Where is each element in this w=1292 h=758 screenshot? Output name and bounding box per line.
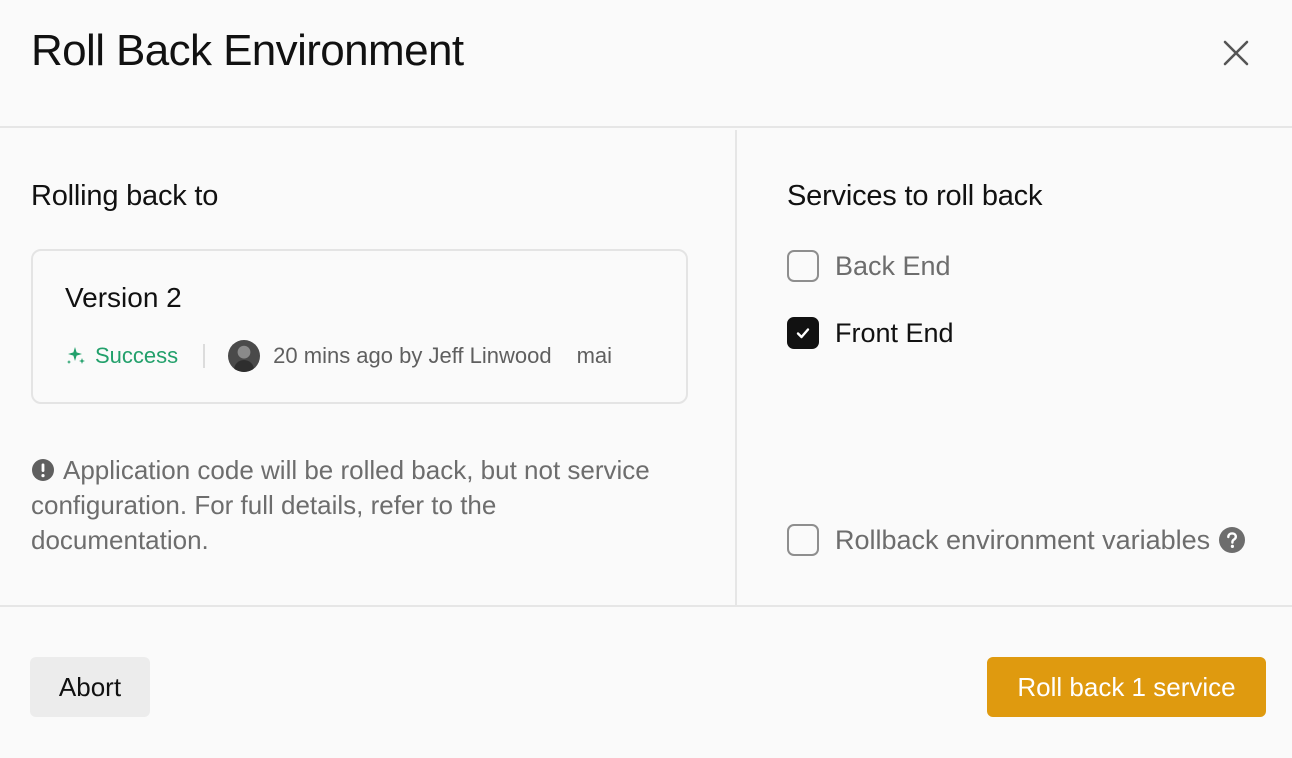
- notice-text: Application code will be rolled back, bu…: [31, 455, 650, 555]
- front-end-checkbox[interactable]: [787, 317, 819, 349]
- close-icon: [1223, 40, 1249, 66]
- dialog-footer: Abort Roll back 1 service: [0, 605, 1292, 758]
- dialog-body: Rolling back to Version 2 Success 20 min: [0, 130, 1292, 605]
- service-option-back-end[interactable]: Back End: [787, 250, 951, 282]
- version-card: Version 2 Success 20 mins ago by Jeff Li…: [31, 249, 688, 404]
- front-end-label: Front End: [835, 317, 954, 348]
- rollback-notice: Application code will be rolled back, bu…: [31, 453, 671, 558]
- env-vars-option[interactable]: Rollback environment variables: [787, 524, 1246, 556]
- status-badge: Success: [95, 343, 179, 368]
- checkmark-icon: [796, 328, 810, 339]
- back-end-label: Back End: [835, 250, 951, 281]
- dialog-header: Roll Back Environment: [0, 0, 1292, 128]
- close-button[interactable]: [1216, 33, 1256, 73]
- help-icon[interactable]: [1218, 526, 1246, 554]
- avatar: [228, 340, 261, 372]
- env-vars-label: Rollback environment variables: [835, 524, 1211, 555]
- meta-divider: [203, 344, 206, 368]
- alert-icon: [32, 459, 54, 481]
- dialog-title: Roll Back Environment: [31, 26, 464, 75]
- services-heading: Services to roll back: [787, 180, 1043, 212]
- abort-button[interactable]: Abort: [30, 657, 150, 717]
- rollback-dialog: Roll Back Environment Rolling back to Ve…: [0, 0, 1292, 758]
- service-option-front-end[interactable]: Front End: [787, 317, 954, 349]
- services-pane: Services to roll back Back End Front End…: [739, 130, 1292, 605]
- version-name: Version 2: [65, 282, 182, 313]
- deploy-meta: 20 mins ago by Jeff Linwood: [273, 343, 552, 368]
- branch-name: mai: [576, 343, 613, 368]
- rollback-target-pane: Rolling back to Version 2 Success 20 min: [0, 130, 737, 605]
- rolling-back-to-heading: Rolling back to: [31, 180, 219, 212]
- env-vars-checkbox[interactable]: [787, 524, 819, 556]
- sparkle-icon: [65, 345, 87, 367]
- back-end-checkbox[interactable]: [787, 250, 819, 282]
- roll-back-button[interactable]: Roll back 1 service: [987, 657, 1266, 717]
- version-meta-row: Success 20 mins ago by Jeff Linwood mai: [65, 340, 613, 372]
